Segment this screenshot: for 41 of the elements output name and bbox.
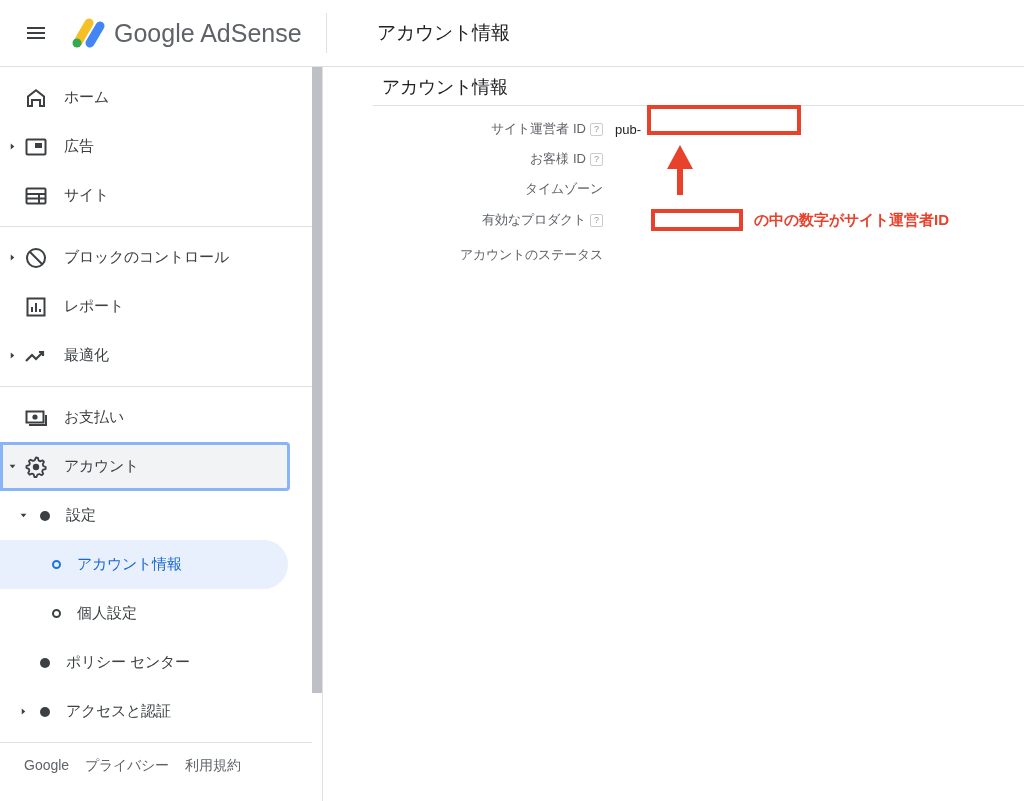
caret-icon[interactable] [8, 143, 16, 150]
nav-item[interactable]: ポリシー センター [0, 638, 289, 687]
nav-item[interactable]: アカウント情報 [0, 540, 289, 589]
nav-item[interactable]: サイト [0, 171, 289, 220]
bullet-icon [40, 706, 50, 717]
caret-icon[interactable] [19, 512, 27, 519]
field-label: アカウントのステータス [460, 246, 603, 264]
bullet-icon [40, 657, 50, 668]
nav-item[interactable]: 設定 [0, 491, 289, 540]
nav-item[interactable]: アクセスと認証 [0, 687, 289, 736]
caret-icon[interactable] [8, 463, 16, 470]
nav-item[interactable]: お支払い [0, 393, 289, 442]
page-title: アカウント情報 [376, 21, 510, 45]
circle-icon [52, 560, 61, 569]
gear-icon [24, 454, 48, 479]
logo-icon [70, 17, 106, 49]
nav-item[interactable]: 個人設定 [0, 589, 289, 638]
bullet-icon [40, 510, 50, 521]
caret-icon[interactable] [19, 708, 27, 715]
section-heading: アカウント情報 [373, 75, 1024, 106]
field-value: pub- [615, 121, 642, 137]
footer-link[interactable]: Google [24, 757, 70, 775]
field-label: お客様 ID [530, 150, 586, 168]
nav-item[interactable]: ホーム [0, 73, 289, 122]
footer-link[interactable]: プライバシー [85, 757, 170, 775]
field-label: サイト運営者 ID [491, 120, 586, 138]
caret-icon[interactable] [8, 352, 16, 359]
nav-item[interactable]: レポート [0, 282, 289, 331]
caret-icon[interactable] [8, 254, 16, 261]
annotation-arrow [667, 145, 693, 195]
nav-item[interactable]: 広告 [0, 122, 289, 171]
product-name: Google AdSense [114, 18, 302, 48]
nav-item[interactable]: ブロックのコントロール [0, 233, 289, 282]
field-label: タイムゾーン [525, 180, 603, 198]
footer-link[interactable]: 利用規約 [185, 757, 242, 775]
circle-icon [52, 609, 61, 618]
annotation-text: の中の数字がサイト運営者ID [754, 211, 949, 230]
field-label: 有効なプロダクト [482, 211, 586, 229]
nav-item[interactable]: アカウント [0, 442, 291, 491]
block-icon [24, 245, 48, 270]
nav-item[interactable]: 最適化 [0, 331, 289, 380]
